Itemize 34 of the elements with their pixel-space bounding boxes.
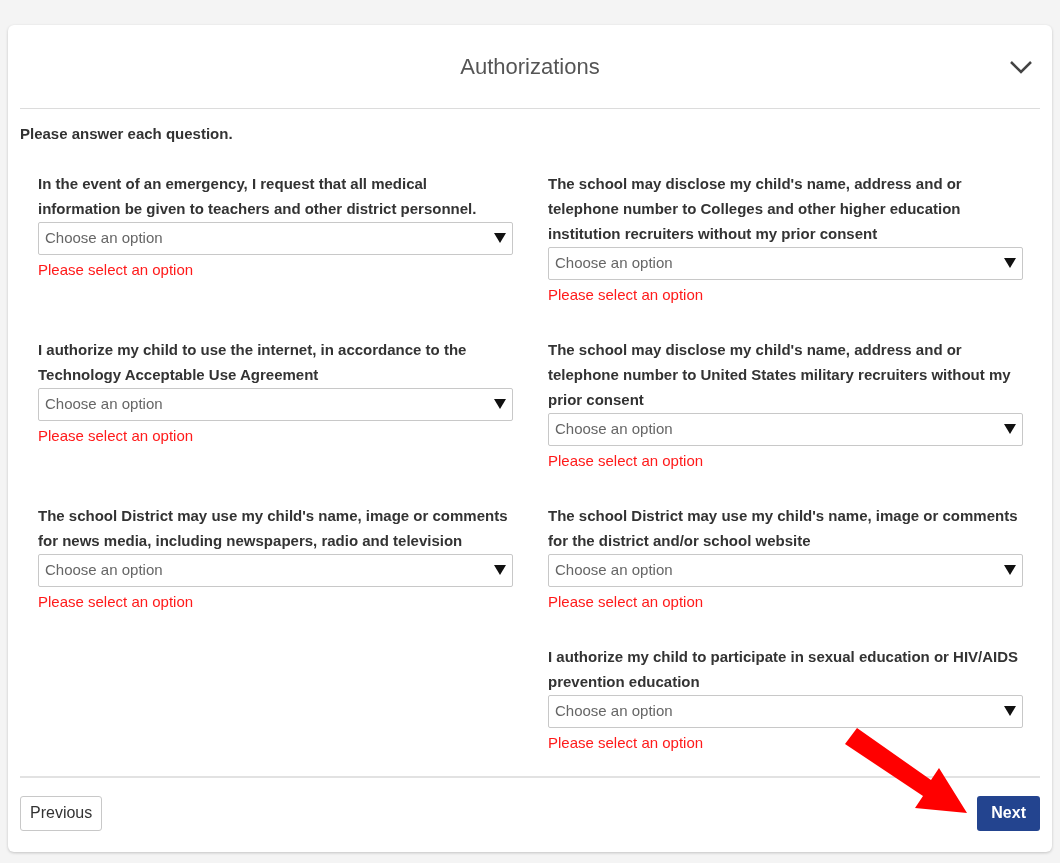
question-label: The school District may use my child's name, image or comments for news media, including newspapers, radio and television [38, 505, 509, 551]
question-label: The school may disclose my child's name, address and or telephone number to Colleges and other higher education institution recruiters without my prior consent [548, 173, 963, 244]
error-message: Please select an option [548, 732, 704, 753]
instructions-text: Please answer each question. [20, 124, 233, 144]
next-button[interactable]: Next [977, 795, 1040, 831]
dropdown-caret-icon [1004, 424, 1016, 434]
dropdown-caret-icon [494, 399, 506, 409]
question-label: I authorize my child to participate in sexual education or HIV/AIDS prevention education [548, 646, 1020, 692]
error-message: Please select an option [38, 591, 194, 612]
dropdown-caret-icon [1004, 706, 1016, 716]
error-message: Please select an option [38, 259, 194, 280]
question-label: I authorize my child to use the internet, in accordance to the Technology Acceptable Use Agreement [38, 339, 468, 385]
option-select[interactable]: Choose an option [38, 553, 513, 587]
error-message: Please select an option [548, 284, 704, 305]
option-select[interactable]: Choose an option [548, 553, 1023, 587]
option-select[interactable]: Choose an option [548, 694, 1023, 728]
question-label: The school may disclose my child's name, address and or telephone number to United States military recruiters without my prior consent [548, 339, 1012, 410]
dropdown-caret-icon [1004, 258, 1016, 268]
section-title: Authorizations [460, 53, 600, 81]
option-select[interactable]: Choose an option [38, 221, 513, 255]
previous-button[interactable]: Previous [20, 795, 103, 831]
option-select[interactable]: Choose an option [548, 246, 1023, 280]
question-label: The school District may use my child's name, image or comments for the district and/or school website [548, 505, 1019, 551]
dropdown-caret-icon [494, 233, 506, 243]
arrow-icon [845, 728, 967, 816]
option-select[interactable]: Choose an option [38, 387, 513, 421]
error-message: Please select an option [548, 591, 704, 612]
dropdown-caret-icon [494, 565, 506, 575]
dropdown-caret-icon [1004, 565, 1016, 575]
error-message: Please select an option [548, 450, 704, 471]
question-label: In the event of an emergency, I request that all medical information be given to teachers and other district personnel. [38, 173, 478, 219]
chevron-icon[interactable] [1010, 61, 1032, 74]
error-message: Please select an option [38, 425, 194, 446]
option-select[interactable]: Choose an option [548, 412, 1023, 446]
